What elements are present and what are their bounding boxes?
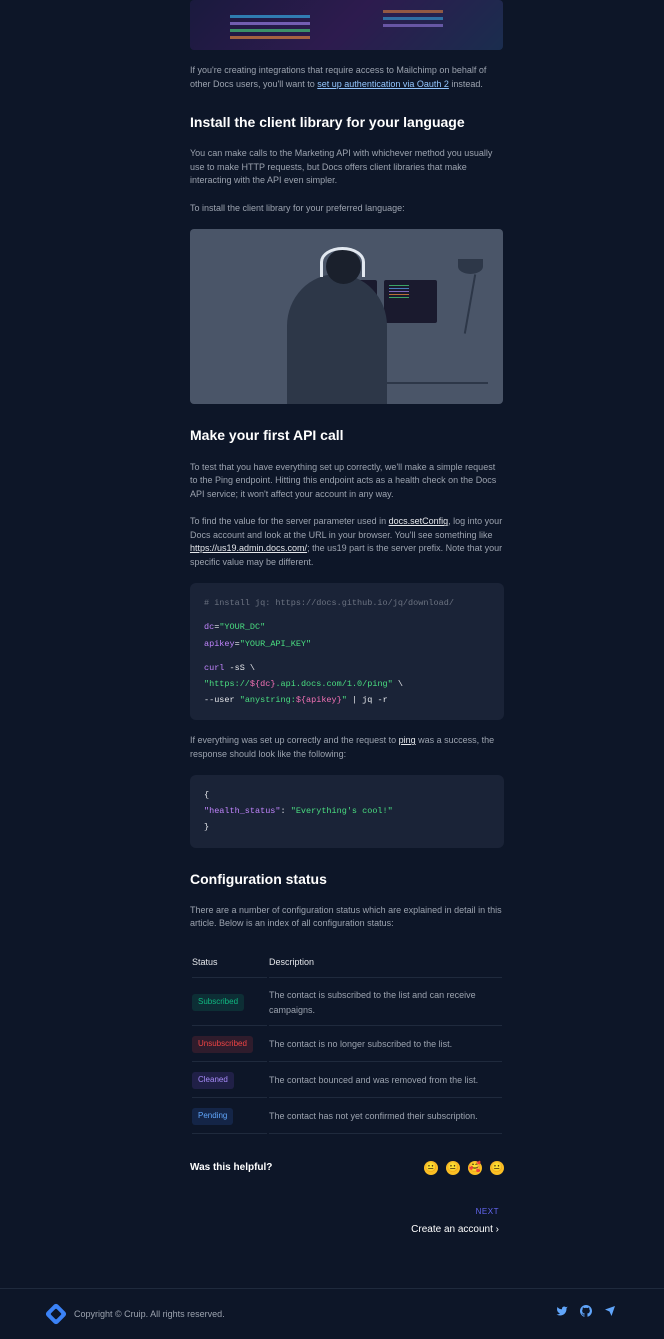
first-call-p2: To find the value for the server paramet… (190, 515, 504, 569)
status-description: The contact is no longer subscribed to t… (269, 1028, 502, 1062)
code-block-response: { "health_status": "Everything's cool!" … (190, 775, 504, 847)
code-block-curl: # install jq: https://docs.github.io/jq/… (190, 583, 504, 720)
intro-paragraph: If you're creating integrations that req… (190, 64, 504, 91)
install-p2: To install the client library for your p… (190, 202, 504, 216)
next-navigation[interactable]: NEXT Create an account › (190, 1206, 504, 1239)
developer-image (190, 229, 503, 404)
twitter-icon[interactable] (556, 1305, 568, 1323)
next-title: Create an account › (190, 1222, 499, 1238)
table-row: Subscribed The contact is subscribed to t… (192, 980, 502, 1026)
emoji-reaction-2[interactable]: 🥰 (468, 1161, 482, 1175)
logo-icon[interactable] (45, 1303, 68, 1326)
th-status: Status (192, 947, 267, 978)
install-p1: You can make calls to the Marketing API … (190, 147, 504, 188)
ping-link[interactable]: ping (399, 735, 416, 745)
status-description: The contact is subscribed to the list an… (269, 980, 502, 1026)
table-row: Cleaned The contact bounced and was remov… (192, 1064, 502, 1098)
first-call-p1: To test that you have everything set up … (190, 461, 504, 502)
th-description: Description (269, 947, 502, 978)
config-p1: There are a number of configuration stat… (190, 904, 504, 931)
emoji-reaction-1[interactable]: 😐 (446, 1161, 460, 1175)
next-label: NEXT (190, 1206, 499, 1219)
status-badge: Unsubscribed (192, 1036, 253, 1053)
table-row: Pending The contact has not yet confirmed… (192, 1100, 502, 1134)
telegram-icon[interactable] (604, 1305, 616, 1323)
docs-setconfig-link[interactable]: docs.setConfig (389, 516, 449, 526)
install-heading: Install the client library for your lang… (190, 111, 504, 133)
emoji-reaction-3[interactable]: 😐 (490, 1161, 504, 1175)
config-status-table: Status Description Subscribed The contact… (190, 945, 504, 1136)
copyright-text: Copyright © Cruip. All rights reserved. (74, 1307, 225, 1321)
admin-url-link[interactable]: https://us19.admin.docs.com/ (190, 543, 307, 553)
table-row: Unsubscribed The contact is no longer sub… (192, 1028, 502, 1062)
hero-code-image (190, 0, 503, 50)
emoji-reactions: 😐 😐 🥰 😐 (424, 1161, 504, 1175)
status-description: The contact has not yet confirmed their … (269, 1100, 502, 1134)
result-paragraph: If everything was set up correctly and t… (190, 734, 504, 761)
status-badge: Subscribed (192, 994, 244, 1011)
github-icon[interactable] (580, 1305, 592, 1323)
oauth-link[interactable]: set up authentication via Oauth 2 (317, 79, 449, 89)
emoji-reaction-0[interactable]: 😐 (424, 1161, 438, 1175)
config-heading: Configuration status (190, 868, 504, 890)
helpful-heading: Was this helpful? (190, 1160, 272, 1176)
status-badge: Pending (192, 1108, 233, 1125)
first-call-heading: Make your first API call (190, 424, 504, 446)
footer: Copyright © Cruip. All rights reserved. (0, 1288, 664, 1339)
status-description: The contact bounced and was removed from… (269, 1064, 502, 1098)
status-badge: Cleaned (192, 1072, 234, 1089)
